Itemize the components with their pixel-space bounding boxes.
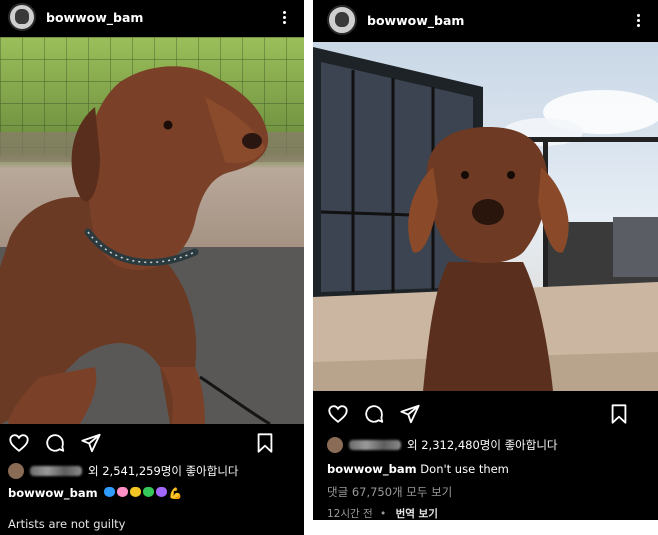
post-left: bowwow_bam 외 2,541,259명이 좋아합니다 bowwow_ba… [0,0,304,535]
likes-count: 외 2,541,259명이 좋아합니다 [88,464,239,478]
time-ago: 12시간 전 [327,508,373,520]
flexed-biceps-emoji: 💪 [168,486,183,500]
heart-emojis: 💪 [103,486,183,500]
heart-icon[interactable] [327,403,349,425]
liker-avatar [327,437,343,453]
caption: bowwow_bam 💪 [0,486,304,500]
post-meta: 12시간 전 • 번역 보기 [313,506,658,520]
comment-text: Artists are not guilty [8,517,126,531]
share-icon[interactable] [80,432,102,454]
caption-text: Don't use them [420,462,509,476]
caption-username[interactable]: bowwow_bam [8,486,98,500]
view-all-comments-link[interactable]: 댓글 67,750개 모두 보기 [313,484,658,500]
purple-heart-emoji [155,486,167,497]
blurred-username [349,440,401,450]
likes-row[interactable]: 외 2,541,259명이 좋아합니다 [0,463,304,479]
post-right: bowwow_bam 외 2,312,480명이 좋아합니다 bowwow_ba… [313,0,658,520]
username[interactable]: bowwow_bam [46,10,276,25]
comment-icon[interactable] [44,432,66,454]
likes-row[interactable]: 외 2,312,480명이 좋아합니다 [313,437,658,453]
liker-avatar [8,463,24,479]
blurred-username [30,466,82,476]
more-icon[interactable] [276,9,292,25]
post-actions [313,402,658,426]
post-photo[interactable] [0,37,304,424]
more-icon[interactable] [630,12,646,28]
post-photo[interactable] [313,42,658,391]
pink-heart-emoji [116,486,128,497]
yellow-heart-emoji [129,486,141,497]
green-heart-emoji [142,486,154,497]
likes-count: 외 2,312,480명이 좋아합니다 [407,438,558,452]
meta-separator: • [380,508,387,520]
heart-icon[interactable] [8,432,30,454]
username[interactable]: bowwow_bam [367,13,630,28]
bookmark-icon[interactable] [254,432,276,454]
blue-heart-emoji [103,486,115,497]
bookmark-icon[interactable] [608,403,630,425]
caption-username[interactable]: bowwow_bam [327,462,417,476]
post-header: bowwow_bam [313,0,658,40]
translate-link[interactable]: 번역 보기 [396,508,438,520]
comment-icon[interactable] [363,403,385,425]
caption: bowwow_bam Don't use them [313,462,658,476]
share-icon[interactable] [399,403,421,425]
avatar[interactable] [8,3,36,31]
post-header: bowwow_bam [0,0,304,34]
avatar[interactable] [327,5,357,35]
post-actions [0,432,304,454]
